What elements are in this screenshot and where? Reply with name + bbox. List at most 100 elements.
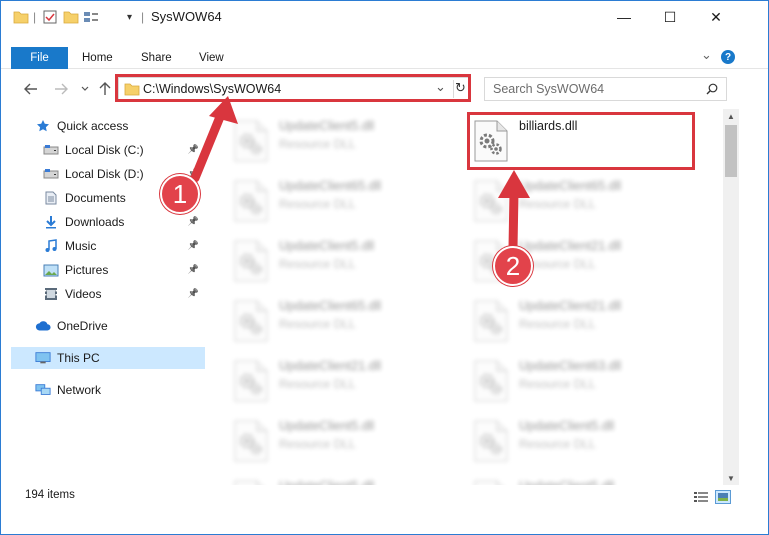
drive-icon [43, 166, 59, 182]
item-count: 194 items [25, 489, 75, 501]
pin-icon[interactable]: 📌 [188, 216, 199, 227]
file-item[interactable]: billiards.dll [473, 115, 699, 167]
pin-icon[interactable]: 📌 [188, 264, 199, 275]
help-icon[interactable]: ? [721, 50, 735, 64]
file-list: UpdateClient5.dll Resource DLL billiards.d… [207, 109, 723, 485]
chevron-down-icon [81, 86, 89, 91]
address-dropdown-icon[interactable]: ⌄ [435, 79, 446, 95]
divider [453, 80, 454, 98]
sidebar-item-label: Documents [65, 191, 126, 205]
dll-file-icon [233, 299, 269, 343]
minimize-button[interactable]: — [601, 1, 647, 33]
sidebar-item-label: Network [57, 383, 102, 397]
sidebar-item-local-disk-c[interactable]: Local Disk (C:) 📌 [11, 139, 205, 161]
sidebar-item-network[interactable]: Network [11, 379, 205, 401]
close-button[interactable]: ✕ [693, 1, 739, 33]
file-name: UpdateClient21.dll [519, 299, 622, 313]
drive-icon [43, 142, 59, 158]
file-item[interactable]: UpdateClient5.dllResource DLL [473, 415, 699, 467]
sidebar-item-downloads[interactable]: Downloads 📌 [11, 211, 205, 233]
back-arrow-icon [24, 83, 37, 95]
tab-view[interactable]: View [186, 47, 237, 69]
back-button[interactable] [21, 79, 41, 99]
file-name: UpdateClient65.dll [519, 179, 622, 193]
dll-file-icon [473, 419, 509, 463]
quick-access-dropdown-icon[interactable]: ▾ [127, 9, 132, 25]
separator: | [33, 10, 37, 24]
file-type: Resource DLL [279, 137, 356, 151]
scroll-thumb[interactable] [725, 125, 737, 177]
sidebar-item-quick-access[interactable]: Quick access [11, 115, 205, 137]
search-icon[interactable] [706, 83, 718, 95]
window-title: SysWOW64 [151, 9, 222, 24]
up-button[interactable] [95, 79, 115, 99]
sidebar-item-label: OneDrive [57, 319, 108, 333]
sidebar-item-label: Pictures [65, 263, 109, 277]
search-box[interactable]: Search SysWOW64 [484, 77, 727, 101]
status-bar: 194 items [1, 485, 768, 509]
file-item[interactable]: UpdateClient63.dll Resource DLL [473, 355, 699, 407]
sidebar-item-this-pc[interactable]: This PC [11, 347, 205, 369]
tab-file[interactable]: File [11, 47, 68, 69]
refresh-icon[interactable]: ↻ [455, 80, 466, 96]
file-item[interactable]: UpdateClient65.dll Resource DLL [233, 175, 459, 227]
sidebar-item-videos[interactable]: Videos 📌 [11, 283, 205, 305]
file-name: UpdateClient65.dll [279, 179, 382, 193]
file-item[interactable]: UpdateClient21.dll Resource DLL [233, 355, 459, 407]
file-name: billiards.dll [519, 119, 578, 133]
address-path: C:\Windows\SysWOW64 [143, 82, 282, 96]
file-item[interactable]: UpdateClient21.dll Resource DLL [473, 295, 699, 347]
customize-toolbar-icon[interactable] [83, 9, 103, 25]
sidebar-item-onedrive[interactable]: OneDrive [11, 315, 205, 337]
maximize-button[interactable]: ☐ [647, 1, 693, 33]
search-input[interactable]: Search SysWOW64 [493, 82, 604, 96]
pin-icon[interactable]: 📌 [188, 288, 199, 299]
file-name: UpdateClient5.dll [279, 119, 375, 133]
file-name: UpdateClient21.dll [279, 359, 382, 373]
sidebar-item-label: Videos [65, 287, 102, 301]
file-item[interactable]: UpdateClient5.dllResource DLL [233, 235, 459, 287]
dll-file-icon [233, 419, 269, 463]
sidebar-item-pictures[interactable]: Pictures 📌 [11, 259, 205, 281]
file-name: UpdateClient65.dll [279, 299, 382, 313]
file-explorer-window: | ▾ | SysWOW64 — ☐ ✕ File Home Share Vie… [0, 0, 769, 535]
dll-file-icon [233, 359, 269, 403]
file-item[interactable]: UpdateClient65.dll Resource DLL [473, 175, 699, 227]
pin-icon[interactable]: 📌 [188, 240, 199, 251]
folder-icon [13, 9, 29, 25]
tab-share[interactable]: Share [128, 47, 185, 69]
sidebar-item-music[interactable]: Music 📌 [11, 235, 205, 257]
details-view-icon[interactable] [693, 490, 709, 504]
properties-icon[interactable] [43, 9, 57, 25]
forward-button[interactable] [51, 79, 71, 99]
dll-file-icon [233, 179, 269, 223]
download-icon [43, 214, 59, 230]
scroll-down-icon[interactable]: ▼ [723, 471, 739, 485]
file-type: Resource DLL [519, 317, 596, 331]
star-icon [35, 118, 51, 134]
tab-home[interactable]: Home [69, 47, 126, 69]
address-bar[interactable]: C:\Windows\SysWOW64 ⌄ ↻ [118, 77, 470, 101]
callout-1: 1 [160, 174, 200, 214]
vertical-scrollbar[interactable]: ▲ ▼ [723, 109, 739, 485]
new-folder-icon[interactable] [63, 9, 79, 25]
dll-file-icon [233, 119, 269, 163]
file-type: Resource DLL [279, 377, 356, 391]
file-item[interactable]: UpdateClient65.dll Resource DLL [233, 295, 459, 347]
ribbon: File Home Share View ⌄ ? [1, 33, 768, 69]
navigation-pane: Quick access Local Disk (C:) 📌 Local Disk (… [11, 109, 207, 479]
folder-icon [124, 83, 140, 96]
file-item[interactable]: UpdateClient5.dllResource DLL [233, 475, 459, 485]
recent-locations-button[interactable] [75, 79, 95, 99]
large-icons-view-icon[interactable] [715, 490, 731, 504]
file-type: Resource DLL [519, 437, 596, 451]
up-arrow-icon [99, 82, 111, 95]
file-item[interactable]: UpdateClient5.dllResource DLL [473, 475, 699, 485]
file-item[interactable]: UpdateClient5.dllResource DLL [233, 415, 459, 467]
pin-icon[interactable]: 📌 [188, 144, 199, 155]
expand-ribbon-icon[interactable]: ⌄ [701, 47, 712, 63]
file-item[interactable]: UpdateClient5.dll Resource DLL [233, 115, 459, 167]
forward-arrow-icon [55, 83, 68, 95]
scroll-up-icon[interactable]: ▲ [723, 109, 739, 123]
callout-2: 2 [493, 246, 533, 286]
